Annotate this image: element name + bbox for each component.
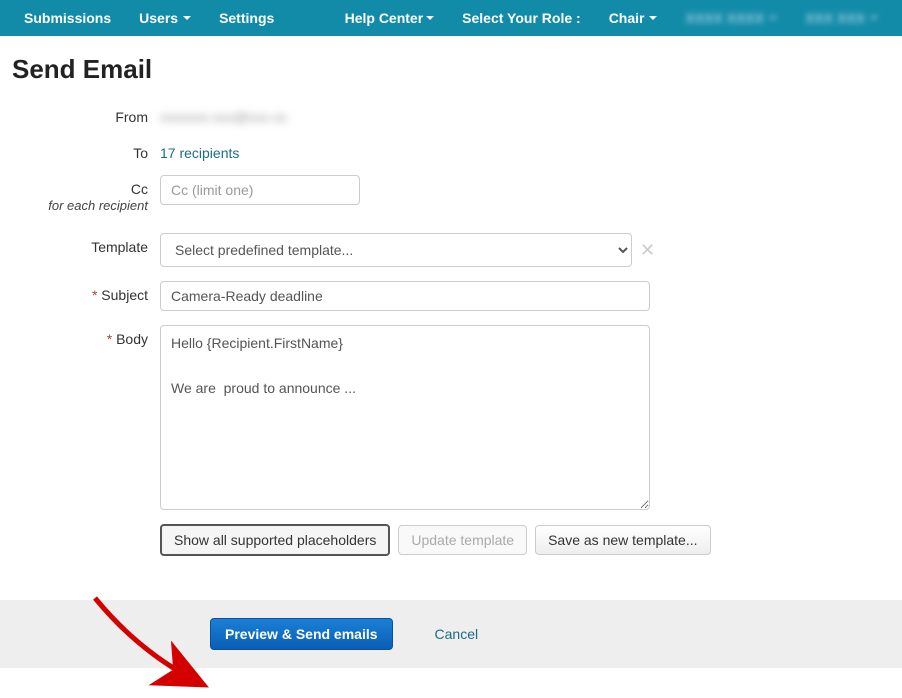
- subject-input[interactable]: [160, 281, 650, 311]
- nav-submissions[interactable]: Submissions: [10, 2, 125, 34]
- chevron-down-icon: [870, 16, 878, 20]
- role-select[interactable]: Chair: [595, 2, 672, 34]
- cancel-link[interactable]: Cancel: [435, 626, 479, 642]
- from-value: xxxxxxx.xxx@xxx.xx: [160, 103, 287, 125]
- nav-blurred-2[interactable]: XXX XXX: [791, 2, 892, 34]
- nav-blurred-1[interactable]: XXXX XXXX: [671, 2, 791, 34]
- cc-sublabel: for each recipient: [0, 198, 148, 213]
- page-title: Send Email: [12, 54, 902, 85]
- to-recipients-link[interactable]: 17 recipients: [160, 139, 239, 161]
- chevron-down-icon: [769, 16, 777, 20]
- top-navbar: Submissions Users Settings Help Center S…: [0, 0, 902, 36]
- nav-settings[interactable]: Settings: [205, 2, 288, 34]
- cc-input[interactable]: [160, 175, 360, 205]
- template-label: Template: [0, 233, 160, 255]
- template-select[interactable]: Select predefined template...: [160, 233, 632, 267]
- close-icon[interactable]: ✕: [640, 240, 655, 261]
- chevron-down-icon: [649, 16, 657, 20]
- show-placeholders-button[interactable]: Show all supported placeholders: [160, 524, 390, 556]
- chevron-down-icon: [183, 16, 191, 20]
- body-label: * Body: [0, 325, 160, 347]
- from-label: From: [0, 103, 160, 125]
- chevron-down-icon: [426, 16, 434, 20]
- nav-help-center[interactable]: Help Center: [331, 2, 449, 34]
- subject-label: * Subject: [0, 281, 160, 303]
- save-template-button[interactable]: Save as new template...: [535, 525, 710, 555]
- update-template-button: Update template: [398, 525, 527, 555]
- to-label: To: [0, 139, 160, 161]
- nav-users[interactable]: Users: [125, 2, 205, 34]
- body-textarea[interactable]: Hello {Recipient.FirstName} We are proud…: [160, 325, 650, 510]
- role-label: Select Your Role :: [448, 2, 595, 34]
- cc-label: Cc for each recipient: [0, 175, 160, 213]
- preview-send-button[interactable]: Preview & Send emails: [210, 618, 393, 650]
- footer-action-bar: Preview & Send emails Cancel: [0, 600, 902, 668]
